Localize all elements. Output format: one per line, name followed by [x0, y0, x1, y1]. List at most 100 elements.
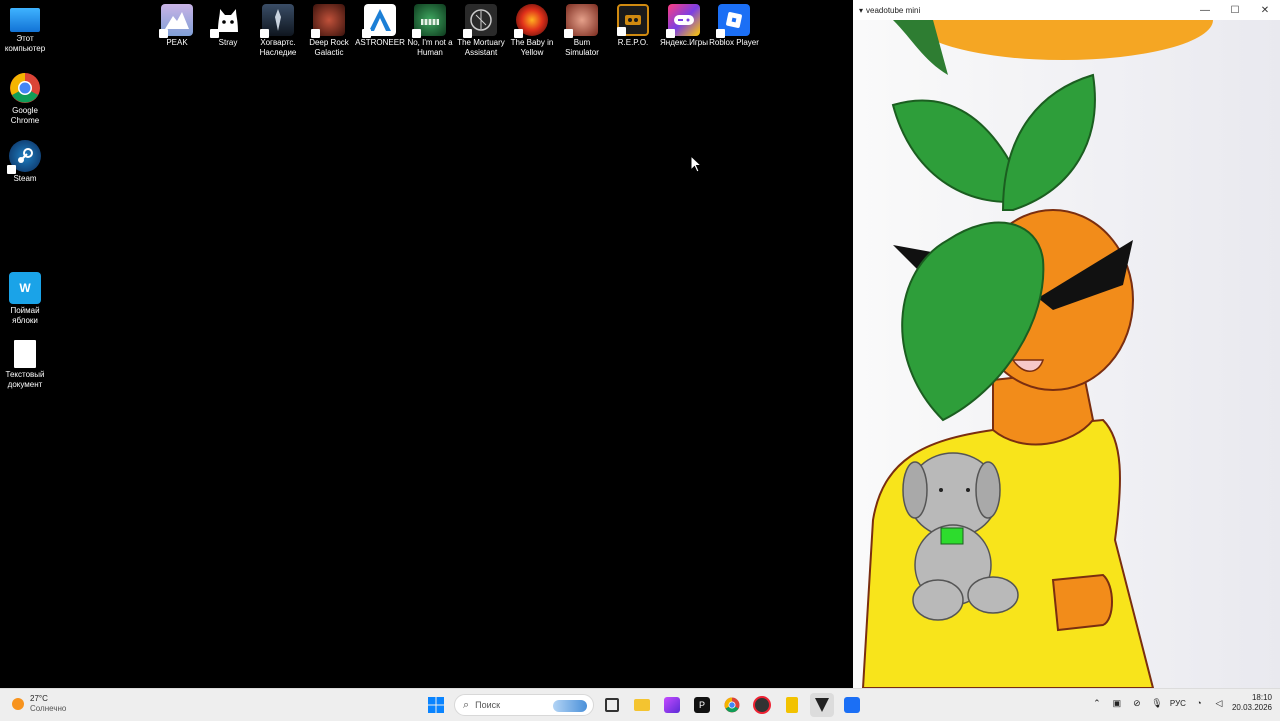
clock-date: 20.03.2026	[1231, 703, 1272, 712]
tray-app-icon[interactable]: ▣	[1110, 698, 1124, 709]
app-blue-button[interactable]	[840, 693, 864, 717]
red-dot-app-icon	[753, 696, 771, 714]
text-file-icon	[14, 340, 36, 368]
weather-desc: Солнечно	[30, 704, 67, 713]
search-icon: ⌕	[463, 698, 470, 711]
not-human-icon	[412, 4, 446, 38]
avatar-canvas[interactable]	[853, 20, 1280, 688]
steam-icon	[7, 140, 41, 174]
baby-yellow-icon	[514, 4, 548, 38]
avatar-illustration	[861, 20, 1213, 688]
app-dark-button[interactable]: P	[690, 693, 714, 717]
mouse-cursor-icon	[690, 154, 703, 178]
language-indicator[interactable]: РУС	[1170, 699, 1186, 708]
desktop-icon-not-human[interactable]: No, I'm not a Human	[405, 4, 455, 58]
desktop-icon-yandex-games[interactable]: Яндекс.Игры	[659, 4, 709, 48]
astroneer-icon	[362, 4, 396, 38]
start-button[interactable]	[424, 693, 448, 717]
desktop-icon-bum-sim[interactable]: Bum Simulator	[557, 4, 607, 58]
taskbar-search[interactable]: ⌕ Поиск	[454, 694, 594, 716]
desktop-icon-label: R.E.P.O.	[617, 38, 649, 47]
desktop-icon-mortuary[interactable]: The Mortuary Assistant	[456, 4, 506, 58]
desktop-icon-label: Deep Rock Galactic	[309, 38, 349, 57]
minimize-button[interactable]: —	[1190, 5, 1220, 16]
tray-app2-icon[interactable]: ⊘	[1130, 698, 1144, 709]
microphone-icon[interactable]: 🎙	[1150, 698, 1164, 709]
system-tray: ⌃ ▣ ⊘ 🎙 РУС ◔ ◁ 18:10 20.03.2026	[1090, 693, 1272, 713]
clock[interactable]: 18:10 20.03.2026	[1232, 693, 1272, 713]
dark-app-icon: P	[694, 697, 710, 713]
desktop-icon-chrome[interactable]: Google Chrome	[0, 72, 50, 126]
close-button[interactable]: ✕	[1250, 5, 1280, 16]
desktop-icon-label: Roblox Player	[709, 38, 759, 47]
desktop-icon-label: Google Chrome	[10, 106, 40, 125]
weather-widget[interactable]: 27°C Солнечно	[12, 694, 66, 714]
desktop-icon-label: Stray	[218, 38, 238, 47]
yandex-games-icon	[666, 4, 700, 38]
search-highlight-icon	[553, 700, 587, 712]
purple-app-icon	[664, 697, 680, 713]
volume-icon[interactable]: ◁	[1212, 698, 1226, 709]
yellow-app-icon	[786, 697, 798, 713]
app-w-icon: W	[9, 272, 41, 304]
desktop-icon-label: PEAK	[166, 38, 188, 47]
desktop-icon-baby-yellow[interactable]: The Baby in Yellow	[507, 4, 557, 58]
blue-app-icon	[844, 697, 860, 713]
bum-sim-icon	[564, 4, 598, 38]
hogwarts-icon	[260, 4, 294, 38]
desktop-icon-label: Этот компьютер	[4, 34, 46, 53]
veadotube-icon	[815, 698, 829, 712]
desktop-icon-stray[interactable]: Stray	[203, 4, 253, 48]
desktop-icon-label: The Baby in Yellow	[510, 38, 554, 57]
app-purple-button[interactable]	[660, 693, 684, 717]
desktop-icon-label: The Mortuary Assistant	[457, 38, 505, 57]
window-title-text: veadotube mini	[866, 5, 921, 15]
app-red-button[interactable]	[750, 693, 774, 717]
task-view-button[interactable]	[600, 693, 624, 717]
desktop-icon-this-pc[interactable]: Этот компьютер	[0, 6, 50, 54]
veadotube-taskbar-button[interactable]	[810, 693, 834, 717]
desktop-icon-label: Bum Simulator	[565, 38, 599, 57]
folder-icon	[634, 699, 650, 711]
clock-time: 18:10	[1251, 693, 1272, 702]
veadotube-window[interactable]: ▾ veadotube mini — ☐ ✕	[853, 0, 1280, 688]
desktop-icon-label: Steam	[13, 174, 37, 183]
desktop-icon-hogwarts[interactable]: Хогвартс. Наследие	[253, 4, 303, 58]
desktop-icon-deep-rock[interactable]: Deep Rock Galactic	[304, 4, 354, 58]
wifi-icon[interactable]: ◔	[1192, 698, 1206, 708]
desktop-icon-label: Яндекс.Игры	[660, 38, 708, 47]
desktop-icon-steam[interactable]: Steam	[0, 140, 50, 184]
desktop-icon-label: Хогвартс. Наследие	[259, 38, 297, 57]
window-titlebar[interactable]: ▾ veadotube mini — ☐ ✕	[853, 0, 1280, 20]
chrome-taskbar-button[interactable]	[720, 693, 744, 717]
mortuary-icon	[463, 4, 497, 38]
desktop-icon-roblox[interactable]: Roblox Player	[709, 4, 759, 48]
window-title: ▾ veadotube mini	[859, 6, 920, 15]
desktop-icon-text-document[interactable]: Текстовый документ	[0, 340, 50, 390]
chevron-up-icon[interactable]: ⌃	[1090, 698, 1104, 709]
desktop-icon-peak[interactable]: PEAK	[152, 4, 202, 48]
desktop-icon-label: ASTRONEER	[355, 38, 405, 47]
chrome-icon	[724, 697, 740, 713]
weather-temp: 27°C	[30, 694, 48, 703]
desktop-icon-label: Поймай яблоки	[10, 306, 40, 325]
desktop-icon-repo[interactable]: R.E.P.O.	[608, 4, 658, 48]
desktop-icon-astroneer[interactable]: ASTRONEER	[355, 4, 405, 48]
app-yellow-button[interactable]	[780, 693, 804, 717]
stray-cat-icon	[210, 4, 244, 38]
desktop-icon-catch-apples[interactable]: W Поймай яблоки	[0, 272, 50, 326]
task-view-icon	[605, 698, 619, 712]
maximize-button[interactable]: ☐	[1220, 5, 1250, 16]
monitor-icon	[10, 8, 40, 32]
chrome-icon	[9, 72, 41, 104]
explorer-button[interactable]	[630, 693, 654, 717]
desktop-icon-label: Текстовый документ	[5, 370, 45, 389]
taskbar: 27°C Солнечно ⌕ Поиск P ⌃ ▣ ⊘ 🎙 РУС ◔ ◁	[0, 688, 1280, 721]
sun-icon	[12, 698, 24, 710]
search-placeholder: Поиск	[475, 700, 501, 710]
peak-icon	[159, 4, 193, 38]
veadotube-logo-icon: ▾	[859, 5, 864, 15]
desktop-icon-label: No, I'm not a Human	[407, 38, 453, 57]
desktop: Этот компьютер Google Chrome Steam W Пой…	[0, 0, 853, 688]
roblox-icon	[716, 4, 750, 38]
